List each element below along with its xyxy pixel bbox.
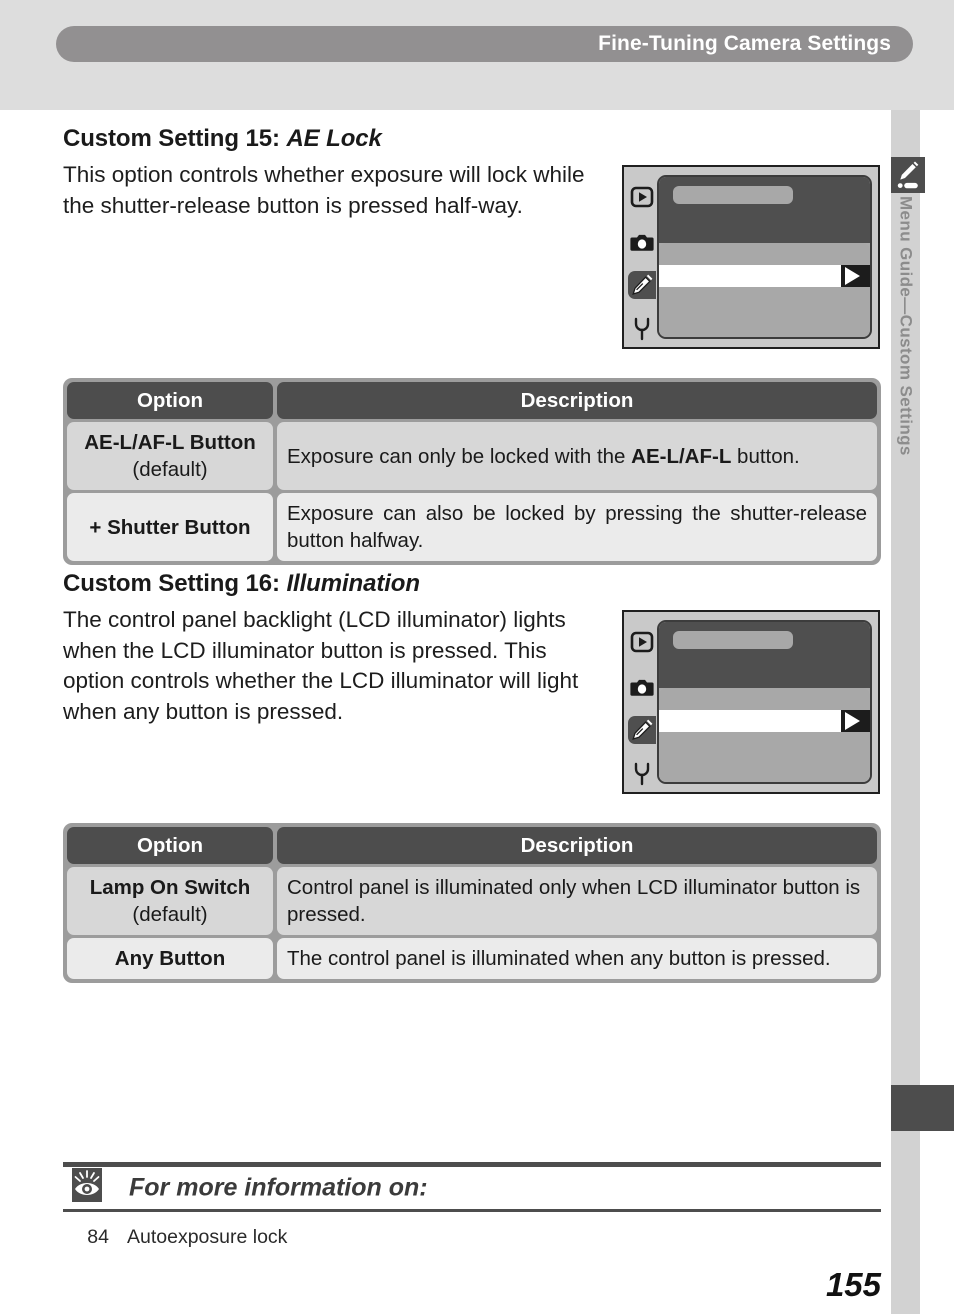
shooting-menu-icon <box>628 228 656 256</box>
option-name: + Shutter Button <box>89 515 251 539</box>
section-2-title: Custom Setting 16: Illumination <box>63 570 420 598</box>
page-header-band: Fine-Tuning Camera Settings <box>0 0 954 110</box>
table-row: + Shutter Button Exposure can also be lo… <box>67 493 877 561</box>
lcd-right-arrow-icon <box>845 712 860 730</box>
description-cell: The control panel is illuminated when an… <box>277 938 877 979</box>
lcd-lower-area <box>659 287 870 337</box>
lcd-panel <box>657 175 872 339</box>
option-name: Any Button <box>114 947 226 970</box>
lcd-title-bar <box>673 631 793 649</box>
option-name: AE-L/AF-L Button <box>84 431 256 454</box>
side-tab-label: Menu Guide—Custom Settings <box>896 196 916 456</box>
option-cell: Any Button <box>67 938 273 979</box>
section-1-title-italic: AE Lock <box>286 125 382 152</box>
column-header-description: Description <box>277 827 877 864</box>
lcd-selected-fill <box>659 265 841 287</box>
table-header-row: Option Description <box>67 382 877 419</box>
column-header-option: Option <box>67 382 273 419</box>
option-default-note: (default) <box>132 458 208 481</box>
description-text: Control panel is illuminated only when L… <box>287 876 861 926</box>
option-name: Lamp On Switch <box>89 876 251 899</box>
section-2-lcd-illustration <box>622 610 880 794</box>
section-1-title: Custom Setting 15: AE Lock <box>63 125 382 153</box>
lcd-panel <box>657 620 872 784</box>
option-cell: + Shutter Button <box>67 493 273 561</box>
lcd-upper-band <box>659 243 870 266</box>
custom-settings-icon <box>628 271 656 299</box>
description-cell: Control panel is illuminated only when L… <box>277 867 877 935</box>
table-row: AE-L/AF-L Button (default) Exposure can … <box>67 422 877 490</box>
description-cell: Exposure can only be locked with the AE-… <box>277 422 877 490</box>
setup-wrench-icon <box>628 315 656 343</box>
description-cell: Exposure can also be locked by pressing … <box>277 493 877 561</box>
footer-rule-bottom <box>63 1209 881 1212</box>
custom-settings-icon <box>628 716 656 744</box>
section-2-title-italic: Illumination <box>286 570 420 597</box>
description-emphasis: AE-L/AF-L <box>631 444 732 468</box>
lcd-top-area <box>659 177 870 243</box>
option-cell: Lamp On Switch (default) <box>67 867 273 935</box>
lcd-selected-fill <box>659 710 841 732</box>
lcd-top-area <box>659 622 870 688</box>
lcd-lower-area <box>659 732 870 782</box>
option-cell: AE-L/AF-L Button (default) <box>67 422 273 490</box>
list-item[interactable]: 84 Autoexposure lock <box>63 1226 881 1249</box>
lcd-selected-row <box>659 710 870 732</box>
table-row: Any Button The control panel is illumina… <box>67 938 877 979</box>
pencil-slider-icon <box>897 161 919 189</box>
description-text: The control panel is illuminated when an… <box>287 947 831 970</box>
playback-icon <box>628 628 656 656</box>
lcd-selected-row <box>659 265 870 287</box>
side-tab-label-wrap: Menu Guide—Custom Settings <box>891 196 920 576</box>
side-tab-marker <box>891 157 925 193</box>
section-2-options-table: Option Description Lamp On Switch (defau… <box>63 823 881 983</box>
column-header-description: Description <box>277 382 877 419</box>
lcd-icon-list <box>626 612 658 792</box>
section-1-lcd-illustration <box>622 165 880 349</box>
side-tab-bottom-marker <box>891 1085 954 1131</box>
option-default-note: (default) <box>132 903 208 926</box>
shooting-menu-icon <box>628 673 656 701</box>
footer-heading-row: For more information on: <box>63 1167 881 1209</box>
section-1-options-table: Option Description AE-L/AF-L Button (def… <box>63 378 881 565</box>
lcd-right-arrow-icon <box>845 267 860 285</box>
section-1-title-prefix: Custom Setting 15: <box>63 125 287 152</box>
lcd-upper-band <box>659 688 870 711</box>
reference-list: 84 Autoexposure lock <box>63 1226 881 1249</box>
page-header-pill: Fine-Tuning Camera Settings <box>56 26 913 62</box>
section-2-body: The control panel backlight (LCD illumin… <box>63 607 579 724</box>
section-2-title-prefix: Custom Setting 16: <box>63 570 287 597</box>
reference-label: Autoexposure lock <box>127 1226 288 1248</box>
description-text: Exposure can also be locked by pressing … <box>287 502 867 552</box>
page-content: Custom Setting 15: AE Lock This option c… <box>0 110 891 1314</box>
description-text: Exposure can only be locked with the AE-… <box>287 444 800 468</box>
more-information-footer: For more information on: 84 Autoexposure… <box>63 1162 881 1303</box>
table-header-row: Option Description <box>67 827 877 864</box>
playback-icon <box>628 183 656 211</box>
reference-page-number: 84 <box>87 1226 109 1248</box>
page-number: 155 <box>825 1266 881 1303</box>
footer-heading: For more information on: <box>129 1173 428 1202</box>
section-1-body: This option controls whether exposure wi… <box>63 162 585 218</box>
setup-wrench-icon <box>628 760 656 788</box>
column-header-option: Option <box>67 827 273 864</box>
eye-icon <box>72 1168 102 1202</box>
lcd-icon-list <box>626 167 658 347</box>
page-title: Fine-Tuning Camera Settings <box>598 32 891 55</box>
table-row: Lamp On Switch (default) Control panel i… <box>67 867 877 935</box>
lcd-title-bar <box>673 186 793 204</box>
